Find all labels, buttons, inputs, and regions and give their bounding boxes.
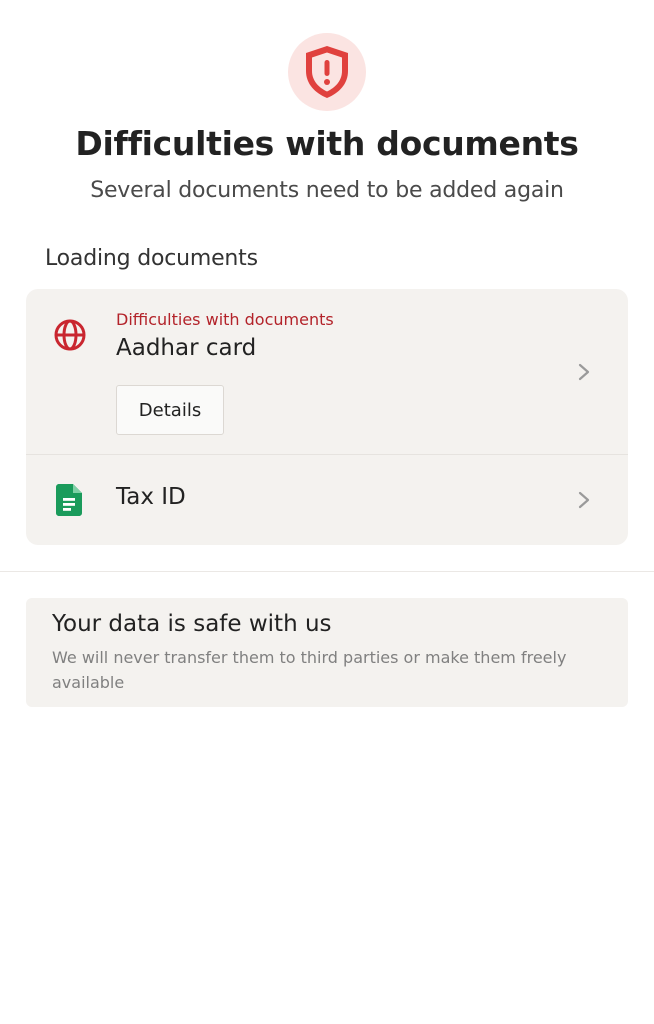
safety-notice-description: We will never transfer them to third par… xyxy=(52,648,567,692)
page-subtitle: Several documents need to be added again xyxy=(90,178,564,203)
chevron-right-icon xyxy=(578,491,590,509)
safety-notice-card: Your data is safe with us We will never … xyxy=(26,598,628,707)
page-title: Difficulties with documents xyxy=(75,124,579,163)
document-item-aadhar[interactable]: Difficulties with documents Aadhar card … xyxy=(26,289,628,455)
section-title: Loading documents xyxy=(45,246,258,271)
document-name: Tax ID xyxy=(116,484,186,510)
document-status: Difficulties with documents xyxy=(116,310,334,329)
section-divider xyxy=(0,571,654,572)
safety-notice-title: Your data is safe with us xyxy=(52,611,332,637)
chevron-right-icon xyxy=(578,363,590,381)
shield-alert-icon xyxy=(288,33,366,111)
document-icon xyxy=(56,484,82,516)
page: Difficulties with documents Several docu… xyxy=(0,0,654,1024)
details-button[interactable]: Details xyxy=(116,385,224,435)
document-item-tax-id[interactable]: Tax ID xyxy=(26,455,628,545)
documents-card: Difficulties with documents Aadhar card … xyxy=(26,289,628,545)
globe-icon xyxy=(54,319,86,351)
document-name: Aadhar card xyxy=(116,335,257,361)
